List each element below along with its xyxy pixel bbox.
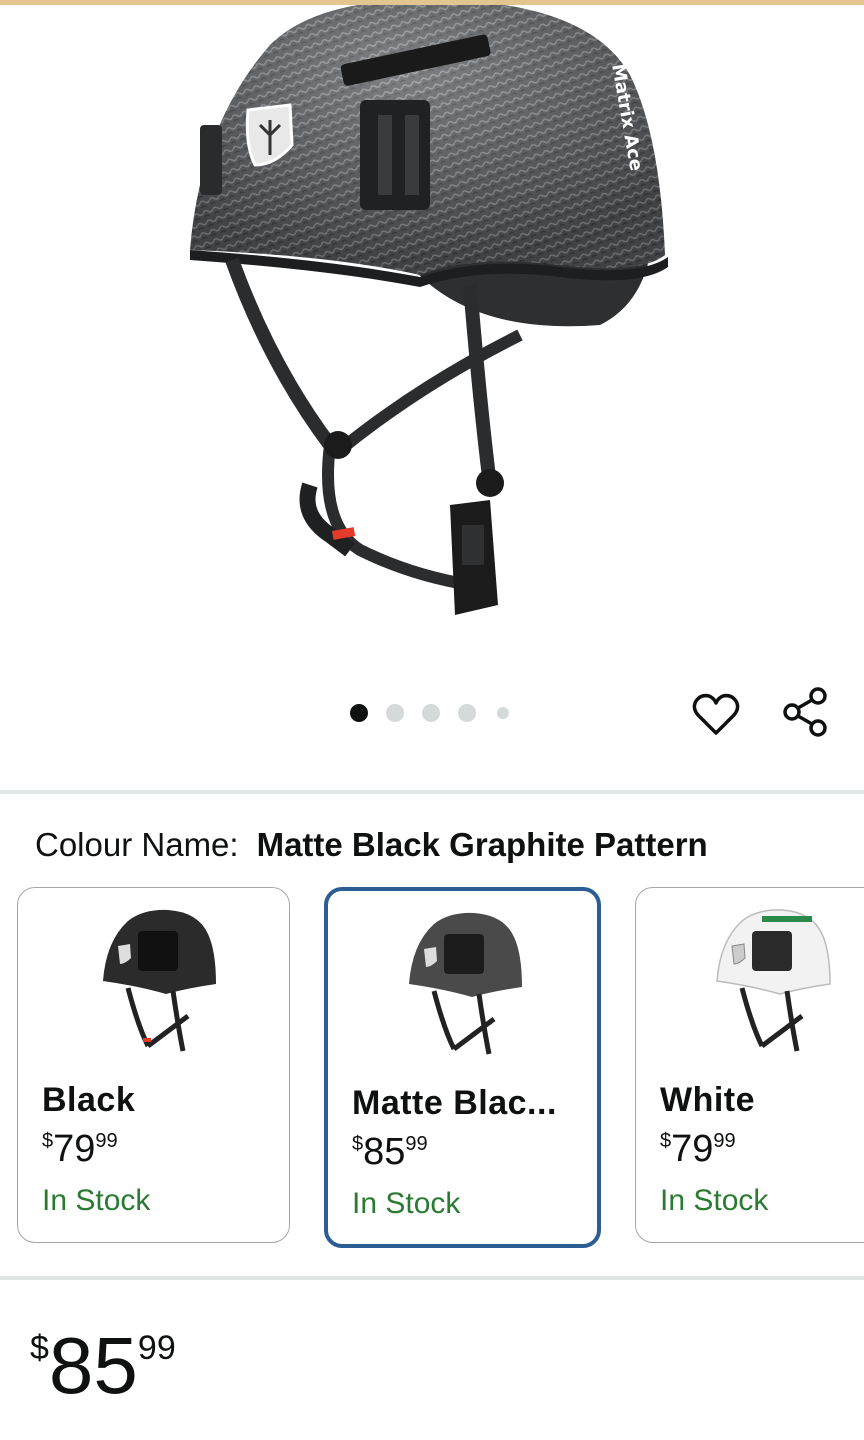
helmet-illustration: Matrix Ace: [190, 5, 668, 615]
swatch-stock-status: In Stock: [352, 1187, 461, 1220]
carousel-dot[interactable]: [386, 704, 404, 722]
carousel-dot[interactable]: [497, 707, 509, 719]
colour-name-row: Colour Name: Matte Black Graphite Pattern: [35, 826, 708, 864]
carousel-indicator[interactable]: [350, 703, 509, 723]
carousel-dot[interactable]: [350, 704, 368, 722]
carousel-dot[interactable]: [422, 704, 440, 722]
swatch-price-fraction: 99: [713, 1130, 736, 1152]
swatch-price: $7999: [42, 1128, 118, 1171]
swatch-stock-status: In Stock: [42, 1184, 151, 1217]
helmet-thumbnail: [716, 909, 831, 1052]
colour-name-label: Colour Name:: [35, 826, 239, 863]
product-image[interactable]: Matrix Ace: [0, 5, 864, 685]
swatch-price-currency: $: [352, 1133, 364, 1155]
swatch-price-currency: $: [42, 1130, 54, 1152]
share-icon: [783, 687, 827, 737]
carousel-dot[interactable]: [458, 704, 476, 722]
swatch-name: Black: [42, 1081, 136, 1119]
swatch-price-whole: 85: [363, 1131, 406, 1173]
section-divider: [0, 1276, 864, 1280]
colour-swatch-white[interactable]: White $7999 In Stock: [635, 887, 864, 1243]
swatch-price-whole: 79: [53, 1128, 96, 1170]
swatch-name: Matte Blac...: [352, 1084, 557, 1122]
swatch-price: $8599: [352, 1131, 428, 1174]
swatch-name: White: [660, 1081, 756, 1119]
price-fraction: 99: [137, 1329, 176, 1367]
swatch-stock-status: In Stock: [660, 1184, 769, 1217]
share-button[interactable]: [778, 684, 834, 740]
price-currency: $: [30, 1329, 49, 1367]
heart-icon: [692, 693, 740, 735]
helmet-thumbnail: [409, 912, 522, 1055]
colour-swatch-matte-black[interactable]: Matte Blac... $8599 In Stock: [324, 887, 601, 1248]
swatch-price: $7999: [660, 1128, 736, 1171]
colour-swatch-black[interactable]: Black $7999 In Stock: [17, 887, 290, 1243]
product-price: $8599: [30, 1320, 176, 1412]
price-whole: 85: [48, 1321, 138, 1410]
helmet-thumbnail: [103, 909, 216, 1052]
favorite-button[interactable]: [688, 686, 744, 742]
section-divider: [0, 790, 864, 794]
swatch-price-fraction: 99: [95, 1130, 118, 1152]
swatch-price-currency: $: [660, 1130, 672, 1152]
colour-name-value: Matte Black Graphite Pattern: [256, 826, 708, 863]
swatch-price-whole: 79: [671, 1128, 714, 1170]
swatch-price-fraction: 99: [405, 1133, 428, 1155]
